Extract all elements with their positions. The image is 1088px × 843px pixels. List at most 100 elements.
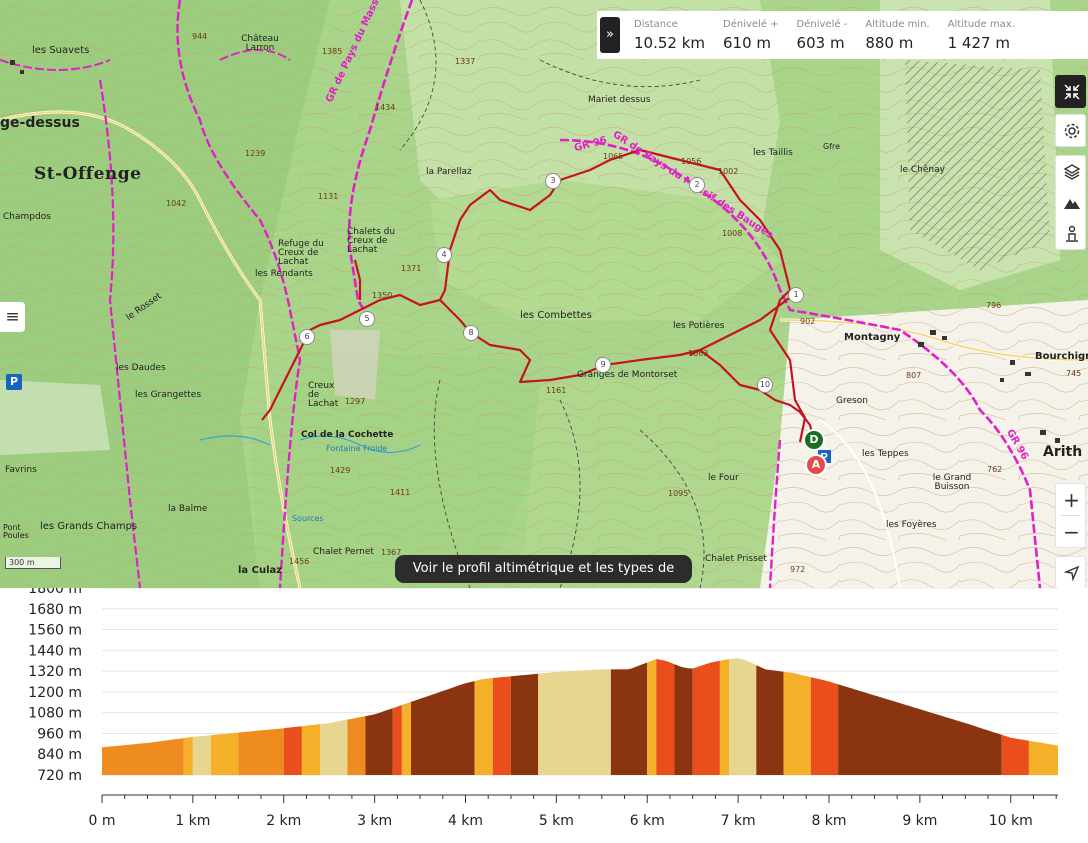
map-label: la Culaz: [238, 565, 283, 576]
map-label: St-Offenge: [34, 164, 142, 184]
map-label: les Foyères: [886, 520, 937, 530]
altitude-label: 1371: [401, 264, 422, 273]
stat-label: Altitude max.: [947, 18, 1015, 30]
parking-icon: P: [6, 374, 22, 390]
map-label: la Parellaz: [426, 167, 472, 177]
profile-segment: [301, 724, 321, 775]
map-label: les Taillis: [753, 148, 793, 158]
profile-segment: [183, 736, 193, 775]
x-tick-label: 0 m: [89, 813, 116, 829]
profile-segment: [365, 708, 393, 775]
map-label: Champdos: [3, 212, 51, 222]
x-tick-label: 3 km: [357, 813, 392, 829]
altitude-label: 972: [790, 565, 806, 574]
stat-value: 880 m: [865, 33, 914, 52]
map-label: les Combettes: [520, 310, 592, 321]
menu-button[interactable]: ≡: [0, 302, 25, 332]
map-label: Pont Poules: [3, 523, 29, 540]
stat-value: 1 427 m: [947, 33, 1010, 52]
collapse-stats-button[interactable]: »: [600, 17, 620, 53]
altitude-label: 1239: [245, 149, 266, 158]
start-marker[interactable]: D: [803, 429, 825, 451]
map-label: Fontaine Froide: [326, 444, 388, 453]
stat-value: 610 m: [723, 33, 772, 52]
profile-segment: [719, 659, 729, 775]
zoom-controls: + −: [1055, 483, 1086, 548]
altitude-label: 1434: [375, 103, 396, 112]
map-label: Granges de Montorset: [577, 370, 678, 380]
x-tick-label: 6 km: [630, 813, 665, 829]
altitude-label: 1297: [345, 397, 366, 406]
x-tick-label: 4 km: [448, 813, 483, 829]
waypoint-marker[interactable]: 4: [436, 247, 452, 263]
gear-icon: [1056, 115, 1087, 146]
zoom-in-button[interactable]: +: [1056, 484, 1087, 515]
waypoint-marker[interactable]: 8: [463, 325, 479, 341]
stat-distance: Distance 10.52 km: [634, 19, 705, 52]
end-marker[interactable]: A: [805, 454, 827, 476]
zoom-out-button[interactable]: −: [1056, 516, 1087, 547]
map-label: les Potières: [673, 321, 725, 331]
map-label: Bourchign: [1035, 351, 1088, 362]
waypoint-marker[interactable]: 2: [689, 177, 705, 193]
stat-value: 10.52 km: [634, 33, 706, 52]
fullscreen-button[interactable]: [1055, 75, 1086, 108]
profile-segment: [347, 716, 366, 775]
route-stats-panel: » Distance 10.52 km Dénivelé + 610 m Dén…: [597, 11, 1088, 59]
y-tick-label: 840 m: [37, 747, 82, 763]
profile-segment: [102, 738, 184, 775]
map-label: Col de la Cochette: [301, 430, 394, 440]
profile-segment: [783, 671, 811, 775]
waypoint-marker[interactable]: 10: [757, 377, 773, 393]
stat-label: Dénivelé -: [796, 18, 848, 30]
profile-segment: [1001, 734, 1029, 775]
hamburger-icon: ≡: [5, 307, 20, 327]
altitude-label: 944: [192, 32, 208, 41]
stat-altitude-max: Altitude max. 1 427 m: [948, 19, 1015, 52]
map-label: Arith: [1043, 444, 1083, 460]
waypoint-marker[interactable]: 5: [359, 311, 375, 327]
profile-segment: [492, 676, 511, 775]
waypoint-marker[interactable]: 6: [299, 329, 315, 345]
map-label: les Daudes: [116, 363, 166, 373]
elevation-profile-button[interactable]: Voir le profil altimétrique et les types…: [395, 555, 692, 583]
waypoint-marker[interactable]: 9: [595, 357, 611, 373]
elevation-profile-chart[interactable]: 1800 m 1680 m 1560 m 1440 m 1320 m 1200 m 1080…: [0, 588, 1088, 843]
person-icon[interactable]: [1056, 218, 1087, 249]
profile-segment: [647, 659, 657, 775]
map-label: ge-dessus: [0, 115, 80, 131]
altitude-label: 1063: [688, 349, 709, 358]
altitude-label: 762: [987, 465, 1003, 474]
settings-button[interactable]: [1055, 114, 1086, 147]
altitude-label: 1429: [330, 466, 351, 475]
x-tick-label: 7 km: [721, 813, 756, 829]
app-root: P les Suavets Château Larron ge-dessus S…: [0, 0, 1088, 843]
stat-descent: Dénivelé - 603 m: [797, 19, 848, 52]
map-label: Mariet dessus: [588, 95, 651, 105]
y-axis: 1800 m 1680 m 1560 m 1440 m 1320 m 1200 m 1080…: [28, 588, 82, 784]
chevrons-right-icon: »: [606, 27, 614, 42]
altitude-label: 1008: [722, 229, 743, 238]
altitude-label: 1042: [166, 199, 187, 208]
chart-area: [102, 658, 1058, 775]
profile-segment: [610, 662, 648, 775]
altitude-label: 1002: [718, 167, 739, 176]
locate-button[interactable]: [1055, 556, 1086, 588]
topographic-map[interactable]: P les Suavets Château Larron ge-dessus S…: [0, 0, 1088, 588]
y-tick-label: 720 m: [37, 768, 82, 784]
map-label: Gfre: [823, 142, 841, 151]
altitude-label: 1131: [318, 192, 339, 201]
map-label: Greson: [836, 396, 868, 406]
waypoint-marker[interactable]: 3: [545, 173, 561, 189]
map-label: la Balme: [168, 504, 208, 514]
waypoint-marker[interactable]: 1: [788, 287, 804, 303]
x-tick-label: 1 km: [175, 813, 210, 829]
profile-segment: [674, 664, 693, 775]
profile-segment: [692, 660, 720, 775]
profile-segment: [810, 677, 839, 775]
map-label: Creux de Lachat: [308, 381, 339, 409]
altitude-label: 807: [906, 371, 922, 380]
map-label: les Rendants: [255, 269, 313, 279]
mountain-icon[interactable]: [1056, 187, 1087, 218]
layers-icon[interactable]: [1056, 156, 1087, 187]
